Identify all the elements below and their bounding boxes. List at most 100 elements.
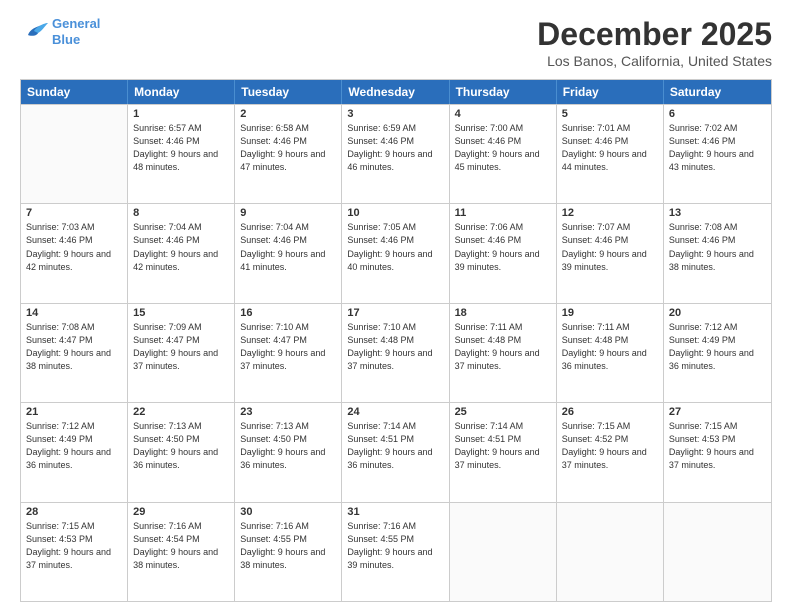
calendar-cell: 13Sunrise: 7:08 AMSunset: 4:46 PMDayligh… bbox=[664, 204, 771, 302]
calendar-cell: 22 Sunrise: 7:13 AMSunset: 4:50 PMDayligh… bbox=[128, 403, 235, 501]
logo: General Blue bbox=[20, 16, 100, 47]
calendar-header-cell: Saturday bbox=[664, 80, 771, 104]
day-number: 26 bbox=[562, 406, 658, 418]
calendar-cell: 28 Sunrise: 7:15 AMSunset: 4:53 PMDayligh… bbox=[21, 503, 128, 601]
page-title: December 2025 bbox=[537, 16, 772, 53]
day-number: 5 bbox=[562, 108, 658, 120]
day-number: 4 bbox=[455, 108, 551, 120]
day-info: Sunrise: 7:13 AMSunset: 4:50 PMDaylight:… bbox=[133, 420, 229, 472]
calendar-header-cell: Sunday bbox=[21, 80, 128, 104]
calendar-cell: 7 Sunrise: 7:03 AMSunset: 4:46 PMDaylight… bbox=[21, 204, 128, 302]
calendar-cell: 26 Sunrise: 7:15 AMSunset: 4:52 PMDayligh… bbox=[557, 403, 664, 501]
calendar-cell: 10Sunrise: 7:05 AMSunset: 4:46 PMDayligh… bbox=[342, 204, 449, 302]
calendar-cell: 25 Sunrise: 7:14 AMSunset: 4:51 PMDayligh… bbox=[450, 403, 557, 501]
calendar-header-cell: Monday bbox=[128, 80, 235, 104]
day-number: 29 bbox=[133, 506, 229, 518]
logo-text: General Blue bbox=[52, 16, 100, 47]
day-number: 3 bbox=[347, 108, 443, 120]
calendar-cell: 4 Sunrise: 7:00 AMSunset: 4:46 PMDaylight… bbox=[450, 105, 557, 203]
day-number: 2 bbox=[240, 108, 336, 120]
day-info: Sunrise: 7:00 AMSunset: 4:46 PMDaylight:… bbox=[455, 122, 551, 174]
calendar-cell: 3 Sunrise: 6:59 AMSunset: 4:46 PMDaylight… bbox=[342, 105, 449, 203]
calendar-cell: 2Sunrise: 6:58 AMSunset: 4:46 PMDaylight… bbox=[235, 105, 342, 203]
calendar-cell: 1 Sunrise: 6:57 AMSunset: 4:46 PMDaylight… bbox=[128, 105, 235, 203]
day-number: 6 bbox=[669, 108, 766, 120]
day-info: Sunrise: 7:14 AMSunset: 4:51 PMDaylight:… bbox=[347, 420, 443, 472]
day-info: Sunrise: 7:15 AMSunset: 4:53 PMDaylight:… bbox=[669, 420, 766, 472]
day-info: Sunrise: 7:14 AMSunset: 4:51 PMDaylight:… bbox=[455, 420, 551, 472]
day-number: 16 bbox=[240, 307, 336, 319]
calendar-header-cell: Wednesday bbox=[342, 80, 449, 104]
page: General Blue December 2025 Los Banos, Ca… bbox=[0, 0, 792, 612]
day-number: 13 bbox=[669, 207, 766, 219]
day-number: 7 bbox=[26, 207, 122, 219]
calendar-cell bbox=[450, 503, 557, 601]
calendar-cell: 21Sunrise: 7:12 AMSunset: 4:49 PMDayligh… bbox=[21, 403, 128, 501]
day-number: 8 bbox=[133, 207, 229, 219]
day-info: Sunrise: 7:02 AMSunset: 4:46 PMDaylight:… bbox=[669, 122, 766, 174]
calendar-cell: 5 Sunrise: 7:01 AMSunset: 4:46 PMDaylight… bbox=[557, 105, 664, 203]
calendar-cell: 9 Sunrise: 7:04 AMSunset: 4:46 PMDaylight… bbox=[235, 204, 342, 302]
calendar-week-row: 7 Sunrise: 7:03 AMSunset: 4:46 PMDaylight… bbox=[21, 203, 771, 302]
day-info: Sunrise: 7:11 AMSunset: 4:48 PMDaylight:… bbox=[562, 321, 658, 373]
calendar-week-row: 14 Sunrise: 7:08 AMSunset: 4:47 PMDayligh… bbox=[21, 303, 771, 402]
calendar-cell: 24 Sunrise: 7:14 AMSunset: 4:51 PMDayligh… bbox=[342, 403, 449, 501]
calendar-cell: 11 Sunrise: 7:06 AMSunset: 4:46 PMDayligh… bbox=[450, 204, 557, 302]
day-number: 17 bbox=[347, 307, 443, 319]
calendar-cell bbox=[557, 503, 664, 601]
calendar-header-cell: Tuesday bbox=[235, 80, 342, 104]
day-info: Sunrise: 7:08 AMSunset: 4:47 PMDaylight:… bbox=[26, 321, 122, 373]
day-number: 11 bbox=[455, 207, 551, 219]
header: General Blue December 2025 Los Banos, Ca… bbox=[20, 16, 772, 69]
day-info: Sunrise: 7:04 AMSunset: 4:46 PMDaylight:… bbox=[133, 221, 229, 273]
day-info: Sunrise: 7:09 AMSunset: 4:47 PMDaylight:… bbox=[133, 321, 229, 373]
day-number: 25 bbox=[455, 406, 551, 418]
day-info: Sunrise: 7:15 AMSunset: 4:53 PMDaylight:… bbox=[26, 520, 122, 572]
day-info: Sunrise: 7:04 AMSunset: 4:46 PMDaylight:… bbox=[240, 221, 336, 273]
calendar: SundayMondayTuesdayWednesdayThursdayFrid… bbox=[20, 79, 772, 602]
day-info: Sunrise: 7:16 AMSunset: 4:54 PMDaylight:… bbox=[133, 520, 229, 572]
calendar-header-cell: Friday bbox=[557, 80, 664, 104]
calendar-cell: 19 Sunrise: 7:11 AMSunset: 4:48 PMDayligh… bbox=[557, 304, 664, 402]
day-info: Sunrise: 7:06 AMSunset: 4:46 PMDaylight:… bbox=[455, 221, 551, 273]
day-number: 28 bbox=[26, 506, 122, 518]
calendar-cell: 6 Sunrise: 7:02 AMSunset: 4:46 PMDaylight… bbox=[664, 105, 771, 203]
calendar-cell: 16Sunrise: 7:10 AMSunset: 4:47 PMDayligh… bbox=[235, 304, 342, 402]
calendar-cell: 20 Sunrise: 7:12 AMSunset: 4:49 PMDayligh… bbox=[664, 304, 771, 402]
day-info: Sunrise: 7:13 AMSunset: 4:50 PMDaylight:… bbox=[240, 420, 336, 472]
calendar-header-row: SundayMondayTuesdayWednesdayThursdayFrid… bbox=[21, 80, 771, 104]
day-info: Sunrise: 7:12 AMSunset: 4:49 PMDaylight:… bbox=[669, 321, 766, 373]
day-info: Sunrise: 7:15 AMSunset: 4:52 PMDaylight:… bbox=[562, 420, 658, 472]
day-info: Sunrise: 7:16 AMSunset: 4:55 PMDaylight:… bbox=[240, 520, 336, 572]
day-info: Sunrise: 6:59 AMSunset: 4:46 PMDaylight:… bbox=[347, 122, 443, 174]
title-area: December 2025 Los Banos, California, Uni… bbox=[537, 16, 772, 69]
day-number: 30 bbox=[240, 506, 336, 518]
day-info: Sunrise: 7:07 AMSunset: 4:46 PMDaylight:… bbox=[562, 221, 658, 273]
day-number: 14 bbox=[26, 307, 122, 319]
day-number: 9 bbox=[240, 207, 336, 219]
calendar-cell: 12Sunrise: 7:07 AMSunset: 4:46 PMDayligh… bbox=[557, 204, 664, 302]
day-number: 22 bbox=[133, 406, 229, 418]
calendar-cell: 15Sunrise: 7:09 AMSunset: 4:47 PMDayligh… bbox=[128, 304, 235, 402]
day-info: Sunrise: 7:12 AMSunset: 4:49 PMDaylight:… bbox=[26, 420, 122, 472]
day-info: Sunrise: 7:11 AMSunset: 4:48 PMDaylight:… bbox=[455, 321, 551, 373]
calendar-cell: 31Sunrise: 7:16 AMSunset: 4:55 PMDayligh… bbox=[342, 503, 449, 601]
calendar-cell: 30 Sunrise: 7:16 AMSunset: 4:55 PMDayligh… bbox=[235, 503, 342, 601]
day-number: 31 bbox=[347, 506, 443, 518]
page-subtitle: Los Banos, California, United States bbox=[537, 53, 772, 69]
calendar-cell: 17 Sunrise: 7:10 AMSunset: 4:48 PMDayligh… bbox=[342, 304, 449, 402]
day-info: Sunrise: 6:57 AMSunset: 4:46 PMDaylight:… bbox=[133, 122, 229, 174]
day-number: 24 bbox=[347, 406, 443, 418]
day-info: Sunrise: 7:01 AMSunset: 4:46 PMDaylight:… bbox=[562, 122, 658, 174]
calendar-body: 1 Sunrise: 6:57 AMSunset: 4:46 PMDaylight… bbox=[21, 104, 771, 601]
calendar-cell bbox=[21, 105, 128, 203]
day-number: 20 bbox=[669, 307, 766, 319]
day-number: 1 bbox=[133, 108, 229, 120]
day-number: 23 bbox=[240, 406, 336, 418]
calendar-cell: 14 Sunrise: 7:08 AMSunset: 4:47 PMDayligh… bbox=[21, 304, 128, 402]
day-info: Sunrise: 7:03 AMSunset: 4:46 PMDaylight:… bbox=[26, 221, 122, 273]
day-number: 19 bbox=[562, 307, 658, 319]
day-info: Sunrise: 7:10 AMSunset: 4:48 PMDaylight:… bbox=[347, 321, 443, 373]
calendar-week-row: 21Sunrise: 7:12 AMSunset: 4:49 PMDayligh… bbox=[21, 402, 771, 501]
calendar-week-row: 1 Sunrise: 6:57 AMSunset: 4:46 PMDaylight… bbox=[21, 104, 771, 203]
